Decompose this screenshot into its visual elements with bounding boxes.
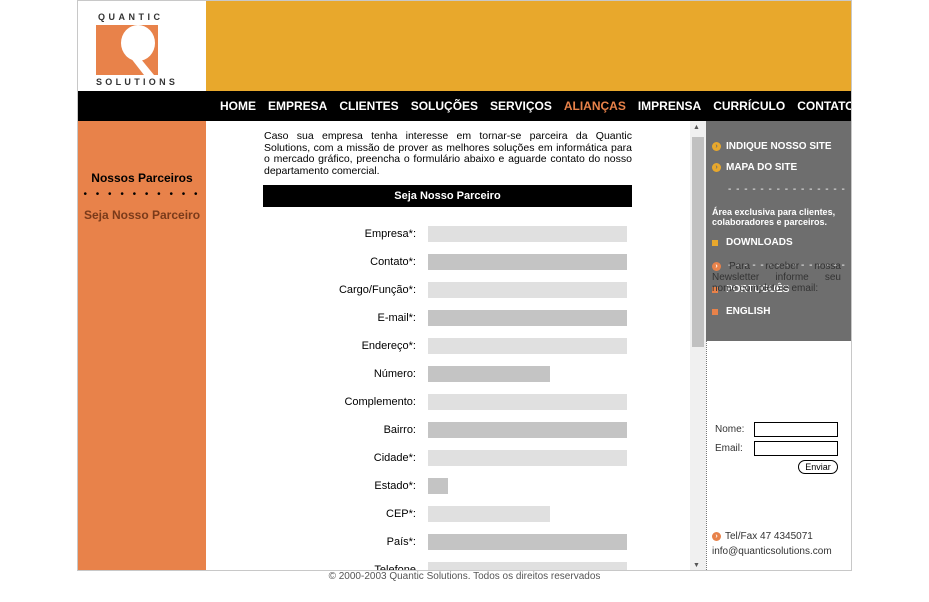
form-row: Complemento: — [206, 394, 627, 412]
form-field-label: Cargo/Função*: — [338, 284, 416, 296]
nav-item-4[interactable]: SERVIÇOS — [490, 99, 552, 113]
nav-item-7[interactable]: CURRÍCULO — [713, 99, 785, 113]
phone-icon: › — [712, 531, 721, 541]
contact-email[interactable]: info@quanticsolutions.com — [712, 546, 832, 557]
newsletter-email-input[interactable] — [754, 441, 838, 456]
form-row: E-mail*: — [206, 310, 627, 328]
site-frame: QUANTIC SOLUTIONS HOME EMPRESA CLIENTES SOL… — [77, 0, 852, 571]
sidebar-divider: • • • • • • • • • • — [83, 189, 201, 200]
form-row: CEP*: — [206, 506, 550, 524]
form-field-label: Telefone — [374, 564, 416, 571]
divider: - - - - - - - - - - - - - - - — [728, 184, 846, 195]
form-field-label: Empresa*: — [364, 228, 416, 240]
form-field-input[interactable] — [428, 506, 550, 522]
form-row: Bairro: — [206, 422, 627, 440]
nav-item-6[interactable]: IMPRENSA — [638, 99, 701, 113]
form-row: Número: — [206, 366, 550, 384]
form-row: Contato*: — [206, 254, 627, 272]
intro-text: Caso sua empresa tenha interesse em torn… — [264, 130, 632, 177]
content-scrollbar[interactable]: ▲ ▼ — [690, 121, 706, 570]
form-field-input[interactable] — [428, 478, 448, 494]
newsletter-text: › Para receber nossa Newsletter informe s… — [712, 261, 841, 294]
form-field-label: Cidade*: — [373, 452, 416, 464]
bullet-icon — [712, 239, 718, 246]
form-field-input[interactable] — [428, 282, 627, 298]
logo-top-text: QUANTIC — [98, 12, 164, 22]
logo[interactable]: QUANTIC SOLUTIONS — [78, 1, 206, 91]
nav-item-8[interactable]: CONTATO — [797, 99, 851, 113]
form-row: Estado*: — [206, 478, 448, 496]
form-field-label: Estado*: — [374, 480, 416, 492]
form-field-input[interactable] — [428, 422, 627, 438]
form-field-input[interactable] — [428, 338, 627, 354]
logo-bottom-text: SOLUTIONS — [96, 77, 179, 87]
arrow-right-icon: › — [712, 261, 721, 271]
form-field-input[interactable] — [428, 226, 627, 242]
form-field-input[interactable] — [428, 562, 627, 570]
nav-item-1[interactable]: EMPRESA — [268, 99, 327, 113]
form-field-input[interactable] — [428, 450, 627, 466]
main-content: Caso sua empresa tenha interesse em torn… — [206, 121, 690, 571]
form-field-label: E-mail*: — [377, 312, 416, 324]
form-field-input[interactable] — [428, 534, 627, 550]
right-sidebar: › INDIQUE NOSSO SITE › MAPA DO SITE - - - … — [706, 121, 851, 341]
newsletter-name-label: Nome: — [715, 424, 745, 435]
link-english[interactable]: ENGLISH — [712, 306, 770, 317]
form-field-label: País*: — [386, 536, 416, 548]
nav-bar: HOME EMPRESA CLIENTES SOLUÇÕES SERVIÇOS ALIAN… — [78, 91, 851, 121]
scroll-down-icon[interactable]: ▼ — [693, 562, 700, 569]
link-mapa-site[interactable]: › MAPA DO SITE — [712, 162, 797, 173]
newsletter-send-button[interactable]: Enviar — [798, 460, 838, 474]
newsletter-email-label: Email: — [715, 443, 743, 454]
form-field-input[interactable] — [428, 254, 627, 270]
nav-item-5[interactable]: ALIANÇAS — [564, 99, 626, 113]
form-row: Cargo/Função*: — [206, 282, 627, 300]
nav-item-3[interactable]: SOLUÇÕES — [411, 99, 478, 113]
link-downloads[interactable]: DOWNLOADS — [712, 237, 793, 248]
footer-copyright: © 2000-2003 Quantic Solutions. Todos os … — [328, 571, 601, 582]
form-field-input[interactable] — [428, 310, 627, 326]
dotted-divider — [706, 341, 708, 570]
newsletter-name-input[interactable] — [754, 422, 838, 437]
sidebar-title: Nossos Parceiros — [91, 171, 193, 185]
exclusive-area-text: Área exclusiva para clientes, colaborado… — [712, 207, 836, 227]
form-field-label: Complemento: — [344, 396, 416, 408]
form-row: Cidade*: — [206, 450, 627, 468]
logo-q-icon — [96, 25, 158, 75]
form-field-input[interactable] — [428, 394, 627, 410]
form-row: País*: — [206, 534, 627, 552]
nav-item-0[interactable]: HOME — [220, 99, 256, 113]
form-row: Endereço*: — [206, 338, 627, 356]
scroll-up-icon[interactable]: ▲ — [693, 124, 700, 131]
arrow-right-icon: › — [712, 163, 721, 172]
header-banner — [206, 1, 851, 91]
form-field-input[interactable] — [428, 366, 550, 382]
contact-phone: › Tel/Fax 47 4345071 — [712, 531, 813, 542]
form-row: Telefone — [206, 562, 627, 571]
main-nav: HOME EMPRESA CLIENTES SOLUÇÕES SERVIÇOS ALIAN… — [220, 99, 851, 113]
sidebar-link-seja-parceiro[interactable]: Seja Nosso Parceiro — [78, 208, 206, 222]
bullet-icon — [712, 308, 718, 315]
scrollbar-thumb[interactable] — [692, 137, 704, 347]
link-indique-site[interactable]: › INDIQUE NOSSO SITE — [712, 141, 832, 152]
form-field-label: Número: — [373, 368, 416, 380]
form-title: Seja Nosso Parceiro — [263, 185, 632, 207]
arrow-right-icon: › — [712, 142, 721, 151]
form-field-label: Endereço*: — [361, 340, 416, 352]
form-field-label: Bairro: — [383, 424, 416, 436]
nav-item-2[interactable]: CLIENTES — [339, 99, 398, 113]
form-field-label: Contato*: — [370, 256, 416, 268]
left-sidebar: Nossos Parceiros • • • • • • • • • • Sej… — [78, 121, 206, 570]
form-row: Empresa*: — [206, 226, 627, 244]
form-field-label: CEP*: — [386, 508, 416, 520]
